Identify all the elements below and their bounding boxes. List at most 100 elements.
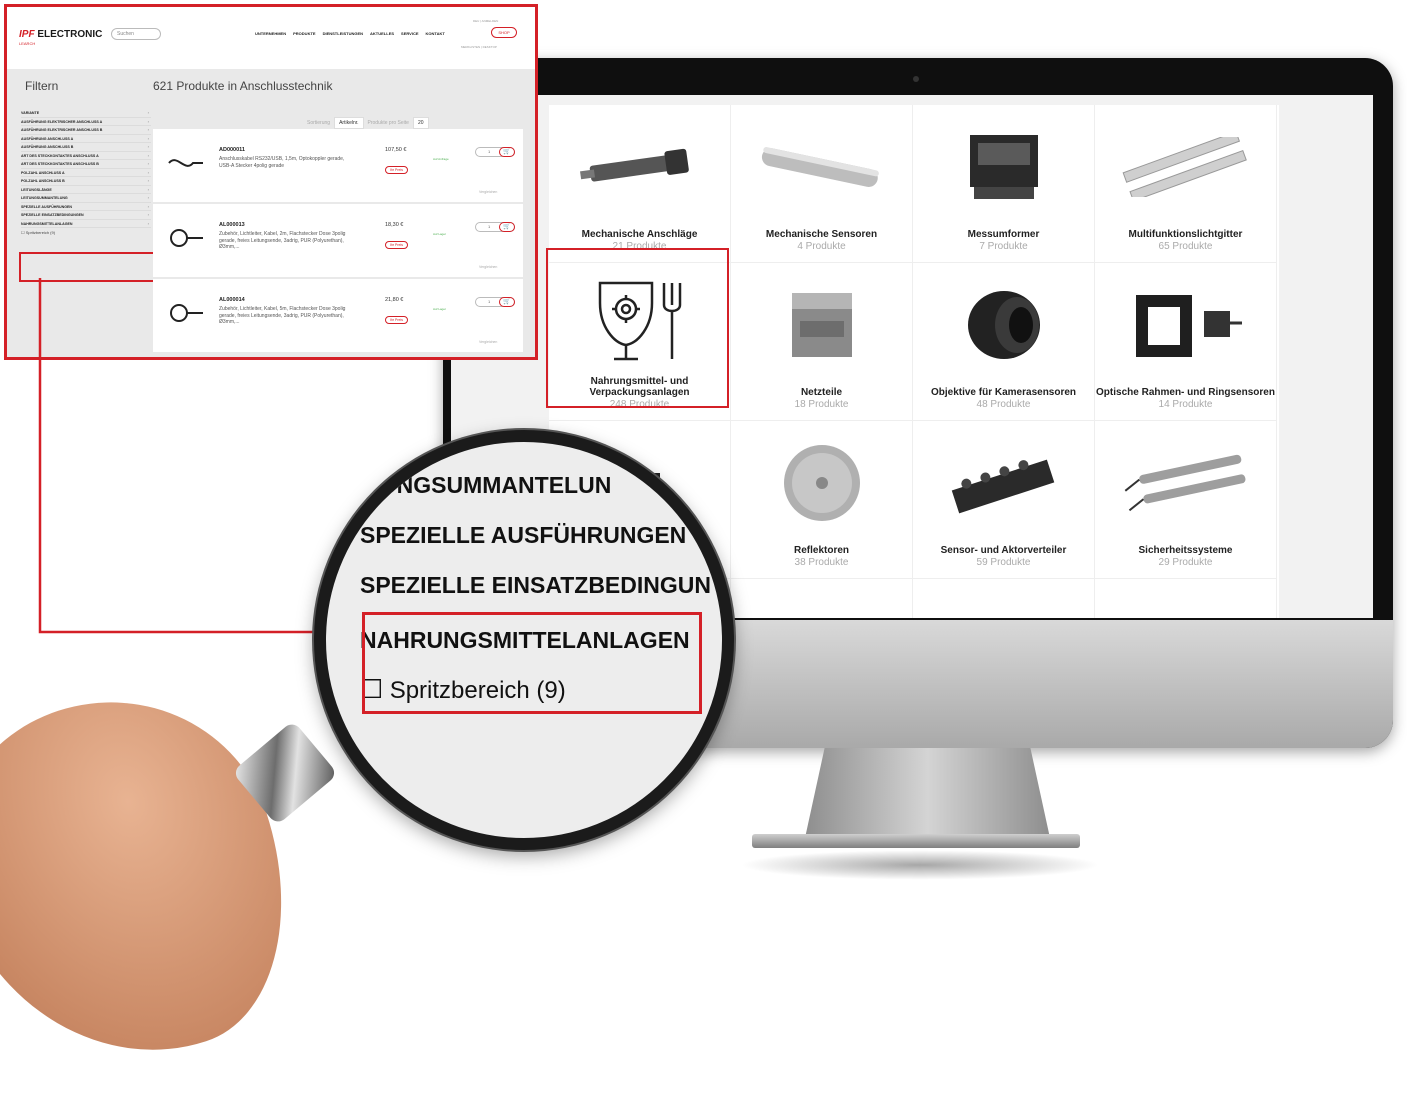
- filter-item[interactable]: AUSFÜHRUNG ELEKTRISCHER ANSCHLUSS B: [21, 126, 151, 135]
- stock-status: Auf Anfrage: [433, 157, 449, 161]
- category-card[interactable]: Messumformer 7 Produkte: [913, 105, 1095, 263]
- reflector-icon: [783, 445, 860, 521]
- cart-icon[interactable]: 🛒: [499, 147, 515, 157]
- magnifier-lens: TUNGSUMMANTELUN SPEZIELLE AUSFÜHRUNGEN S…: [314, 430, 734, 850]
- category-card[interactable]: Sicherheitssysteme 29 Produkte: [1095, 421, 1277, 579]
- safety-system-icon: [1124, 454, 1245, 512]
- category-card[interactable]: [1095, 579, 1277, 618]
- filter-item[interactable]: LEITUNGSLÄNGE: [21, 186, 151, 194]
- filter-item[interactable]: AUSFÜHRUNG ANSCHLUSS A: [21, 135, 151, 143]
- cart-icon[interactable]: 🛒: [499, 222, 515, 232]
- product-list: AD000011 Anschlusskabel RS232/USB, 1,5m,…: [153, 129, 523, 354]
- camera-dot: [913, 76, 919, 82]
- transducer-icon: [969, 135, 1038, 199]
- lens-text-spezielle-ausfuehrungen: SPEZIELLE AUSFÜHRUNGEN: [360, 522, 687, 548]
- category-name: Multifunktionslichtgitter: [1128, 229, 1243, 240]
- product-row[interactable]: AD000011 Anschlusskabel RS232/USB, 1,5m,…: [153, 129, 523, 204]
- your-price-button[interactable]: Ihr Preis: [385, 241, 409, 249]
- mechanical-stop-icon: [579, 148, 689, 182]
- category-count: 38 Produkte: [794, 557, 849, 568]
- search-input[interactable]: Suchen: [111, 28, 161, 40]
- inset-webpage: IPF ELECTRONIC LEARCH Suchen UNTERNEHMEN…: [4, 4, 538, 360]
- hand: [0, 659, 328, 1101]
- category-name: Sicherheitssysteme: [1138, 545, 1233, 556]
- category-name: Messumformer: [967, 229, 1040, 240]
- nav-item[interactable]: PRODUKTE: [293, 31, 315, 36]
- category-card[interactable]: Netzteile 18 Produkte: [731, 263, 913, 421]
- cart-icon[interactable]: 🛒: [499, 297, 515, 307]
- category-name: Objektive für Kamerasensoren: [930, 387, 1077, 398]
- category-card[interactable]: Optische Rahmen- und Ringsensoren 14 Pro…: [1095, 263, 1277, 421]
- category-name: Mechanische Sensoren: [765, 229, 878, 240]
- product-sku[interactable]: AL000013: [219, 222, 245, 228]
- nav-item[interactable]: UNTERNEHMEN: [255, 31, 286, 36]
- category-name: Sensor- und Aktorverteiler: [940, 545, 1067, 556]
- nav-item[interactable]: SERVICE: [401, 31, 419, 36]
- filter-item[interactable]: POLZAHL ANSCHLUSS A: [21, 169, 151, 177]
- category-count: 48 Produkte: [976, 399, 1031, 410]
- category-card[interactable]: Mechanische Anschläge 21 Produkte: [549, 105, 731, 263]
- category-name: Nahrungsmittel- und Verpackungsanlagen: [589, 376, 690, 398]
- category-name: Mechanische Anschläge: [581, 229, 698, 240]
- category-card[interactable]: Objektive für Kamerasensoren 48 Produkte: [913, 263, 1095, 421]
- category-card[interactable]: Mechanische Sensoren 4 Produkte: [731, 105, 913, 263]
- category-card[interactable]: [731, 579, 913, 618]
- filter-item[interactable]: VARIANTE: [21, 109, 151, 118]
- stock-status: Auf Lager: [433, 232, 447, 236]
- sort-select[interactable]: Artikelnr.: [334, 117, 364, 129]
- meta-links[interactable]: MERKLISTEN | DESKTOP: [461, 45, 497, 49]
- filter-item[interactable]: AUSFÜHRUNG ANSCHLUSS B: [21, 143, 151, 152]
- product-sku[interactable]: AL000014: [219, 297, 245, 303]
- cable-icon: [170, 304, 203, 322]
- product-description: Zubehör, Lichtleiter, Kabel, 2m, Flachst…: [219, 231, 346, 250]
- compare-checkbox[interactable]: Vergleichen: [479, 265, 497, 269]
- filter-list: VARIANTE AUSFÜHRUNG ELEKTRISCHER ANSCHLU…: [21, 109, 151, 235]
- filter-item[interactable]: SPEZIELLE AUSFÜHRUNGEN: [21, 203, 151, 211]
- category-count: 21 Produkte: [612, 241, 667, 252]
- filter-item[interactable]: SPEZIELLE EINSATZBEDINGUNGEN: [21, 211, 151, 220]
- filter-item[interactable]: LEITUNGSUMMANTELUNG: [21, 194, 151, 203]
- compare-checkbox[interactable]: Vergleichen: [479, 340, 497, 344]
- product-description: Zubehör, Lichtleiter, Kabel, 5m, Flachst…: [219, 306, 346, 325]
- category-card[interactable]: Multifunktionslichtgitter 65 Produkte: [1095, 105, 1277, 263]
- distributor-icon: [951, 459, 1054, 514]
- language-login[interactable]: DEU | ANMELDEN: [473, 19, 498, 23]
- product-description: Anschlusskabel RS232/USB, 1,5m, Optokopp…: [219, 156, 345, 169]
- category-name: Optische Rahmen- und Ringsensoren: [1096, 387, 1275, 398]
- shop-button[interactable]: SHOP: [491, 27, 517, 38]
- category-count: 7 Produkte: [979, 241, 1028, 252]
- your-price-button[interactable]: Ihr Preis: [385, 166, 409, 174]
- category-count: 14 Produkte: [1158, 399, 1213, 410]
- stand-shadow: [740, 850, 1100, 880]
- category-card[interactable]: Reflektoren 38 Produkte: [731, 421, 913, 579]
- filter-item[interactable]: NAHRUNGSMITTELANLAGEN: [21, 220, 151, 228]
- nav-item[interactable]: AKTUELLES: [370, 31, 394, 36]
- filter-checkbox-spritzbereich[interactable]: ☐ Spritzbereich (9): [21, 230, 151, 235]
- lens-text-spezielle-einsatzbedingungen: SPEZIELLE EINSATZBEDINGUN: [360, 572, 711, 598]
- light-grid-icon: [1122, 137, 1247, 197]
- filter-item[interactable]: AUSFÜHRUNG ELEKTRISCHER ANSCHLUSS A: [21, 118, 151, 126]
- product-sku[interactable]: AD000011: [219, 147, 245, 153]
- nav-item[interactable]: KONTAKT: [426, 31, 445, 36]
- filter-item[interactable]: ART DES STECKKONTAKTES ANSCHLUSS B: [21, 160, 151, 169]
- category-count: 65 Produkte: [1158, 241, 1213, 252]
- category-card[interactable]: Sensor- und Aktorverteiler 59 Produkte: [913, 421, 1095, 579]
- nav-item[interactable]: DIENSTLEISTUNGEN: [323, 31, 363, 36]
- product-row[interactable]: AL000013 Zubehör, Lichtleiter, Kabel, 2m…: [153, 204, 523, 279]
- category-card[interactable]: Nahrungsmittel- und Verpackungsanlagen 2…: [549, 263, 731, 421]
- product-row[interactable]: AL000014 Zubehör, Lichtleiter, Kabel, 5m…: [153, 279, 523, 354]
- per-page-label: Produkte pro Seite: [367, 120, 409, 126]
- filter-item[interactable]: POLZAHL ANSCHLUSS B: [21, 177, 151, 186]
- power-supply-icon: [791, 293, 852, 357]
- category-card[interactable]: [913, 579, 1095, 618]
- compare-checkbox[interactable]: Vergleichen: [479, 190, 497, 194]
- products-title: 621 Produkte in Anschlusstechnik: [153, 79, 333, 93]
- site-logo[interactable]: IPF ELECTRONIC: [19, 29, 102, 40]
- category-name: Reflektoren: [793, 545, 849, 556]
- lens-text-leitungsummantelung: TUNGSUMMANTELUN: [366, 472, 612, 498]
- your-price-button[interactable]: Ihr Preis: [385, 316, 409, 324]
- filter-item[interactable]: ART DES STECKKONTAKTES ANSCHLUSS A: [21, 152, 151, 160]
- cable-icon: [168, 159, 203, 167]
- site-header: IPF ELECTRONIC LEARCH Suchen UNTERNEHMEN…: [7, 7, 535, 69]
- per-page-select[interactable]: 20: [412, 117, 429, 129]
